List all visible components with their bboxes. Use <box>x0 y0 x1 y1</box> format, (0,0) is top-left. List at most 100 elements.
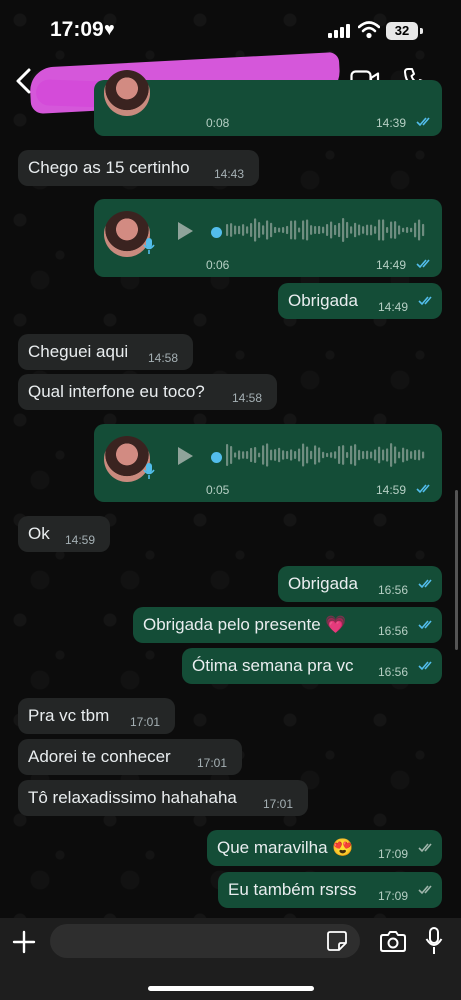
waveform-bar <box>342 445 345 465</box>
waveform-bar <box>282 450 285 460</box>
waveform-bar <box>350 226 353 234</box>
waveform-bar <box>226 443 229 467</box>
waveform-bar <box>370 224 373 236</box>
waveform-bar <box>334 224 337 236</box>
message-time: 14:58 <box>148 351 179 365</box>
message-time: 16:56 <box>378 665 409 679</box>
waveform-bar <box>390 443 393 467</box>
outgoing-message[interactable]: Obrigada 16:56 <box>278 566 442 602</box>
waveform-bar <box>322 451 325 459</box>
message-time: 17:09 <box>378 889 409 903</box>
status-time: 17:09 <box>50 18 104 41</box>
incoming-message[interactable]: Qual interfone eu toco? 14:58 <box>18 374 277 410</box>
waveform-bar <box>418 219 421 241</box>
incoming-message[interactable]: Ok 14:59 <box>18 516 110 552</box>
waveform-bar <box>258 452 261 458</box>
outgoing-message[interactable]: Obrigada 14:49 <box>278 283 442 319</box>
waveform-bar <box>254 446 257 464</box>
message-time: 17:09 <box>378 847 409 861</box>
microphone-icon <box>143 238 155 254</box>
playback-position-dot[interactable] <box>211 227 222 238</box>
waveform-bar <box>230 223 233 237</box>
play-icon[interactable] <box>176 221 194 241</box>
waveform-bar <box>314 226 317 234</box>
waveform-bar <box>330 452 333 458</box>
read-ticks-icon <box>416 484 430 494</box>
message-time: 17:01 <box>197 756 228 770</box>
waveform-bar <box>326 452 329 458</box>
waveform-bar <box>250 447 253 463</box>
waveform-bar <box>382 449 385 461</box>
plus-icon[interactable] <box>12 930 36 954</box>
play-icon[interactable] <box>176 446 194 466</box>
waveform-bar <box>318 225 321 235</box>
message-text: Eu também rsrss <box>228 880 357 899</box>
message-time: 16:56 <box>378 583 409 597</box>
incoming-message[interactable]: Adorei te conhecer 17:01 <box>18 739 242 775</box>
delivered-ticks-icon <box>418 885 432 895</box>
message-input[interactable] <box>50 924 360 958</box>
read-ticks-icon <box>418 296 432 306</box>
outgoing-message[interactable]: Ótima semana pra vc 16:56 <box>182 648 442 684</box>
waveform-bar <box>310 450 313 460</box>
voice-message[interactable]: 0:06 14:49 <box>94 199 442 277</box>
waveform-bar <box>262 445 265 465</box>
message-time: 14:58 <box>232 391 263 405</box>
delivered-ticks-icon <box>418 843 432 853</box>
message-text: Obrigada <box>288 574 358 593</box>
message-text: Qual interfone eu toco? <box>28 382 205 401</box>
voice-message[interactable]: 0:08 14:39 <box>94 70 442 136</box>
waveform-bar <box>290 220 293 240</box>
waveform-bar <box>338 222 341 238</box>
outgoing-message[interactable]: Que maravilha 😍 17:09 <box>207 830 442 866</box>
waveform-bar <box>326 224 329 236</box>
waveform-bar <box>246 451 249 459</box>
waveform-bar <box>366 450 369 460</box>
scrollbar[interactable] <box>455 490 458 650</box>
battery-level: 32 <box>386 22 418 40</box>
outgoing-message[interactable]: Eu também rsrss 17:09 <box>218 872 442 908</box>
microphone-icon[interactable] <box>425 927 443 955</box>
incoming-message[interactable]: Cheguei aqui 14:58 <box>18 334 193 370</box>
waveform-bar <box>238 450 241 460</box>
waveform-bar <box>286 225 289 235</box>
waveform-bar <box>278 447 281 463</box>
waveform-bar <box>362 451 365 459</box>
waveform-bar <box>354 444 357 466</box>
incoming-message[interactable]: Tô relaxadissimo hahahaha 17:01 <box>18 780 308 816</box>
waveform-bar <box>410 451 413 459</box>
waveform-bar <box>250 222 253 238</box>
waveform-bar <box>282 227 285 233</box>
waveform-bar <box>386 448 389 462</box>
message-time: 14:59 <box>65 533 96 547</box>
waveform-bar <box>330 221 333 239</box>
incoming-message[interactable]: Pra vc tbm 17:01 <box>18 698 175 734</box>
message-time: 14:59 <box>376 483 407 497</box>
message-text: Que maravilha 😍 <box>217 838 354 857</box>
waveform-bar <box>334 451 337 459</box>
waveform-bar <box>418 449 421 461</box>
waveform-bar <box>414 449 417 461</box>
sticker-icon[interactable] <box>326 930 348 952</box>
waveform-bar <box>270 449 273 461</box>
waveform-bar <box>318 447 321 463</box>
message-text: Obrigada pelo presente 💗 <box>143 615 347 634</box>
waveform-bar <box>294 220 297 240</box>
incoming-message[interactable]: Chego as 15 certinho 14:43 <box>18 150 259 186</box>
voice-message[interactable]: 0:05 14:59 <box>94 424 442 502</box>
waveform-bar <box>342 218 345 242</box>
waveform-bar <box>346 221 349 239</box>
message-time: 17:01 <box>263 797 294 811</box>
playback-position-dot[interactable] <box>211 452 222 463</box>
waveform-bar <box>414 222 417 238</box>
waveform-bar <box>402 447 405 463</box>
message-text: Ok <box>28 524 50 543</box>
waveform-bar <box>278 227 281 233</box>
waveform-bar <box>354 222 357 238</box>
outgoing-message[interactable]: Obrigada pelo presente 💗 16:56 <box>133 607 442 643</box>
waveform-bar <box>274 449 277 461</box>
waveform-bar <box>298 227 301 233</box>
waveform-bar <box>266 220 269 240</box>
camera-icon[interactable] <box>380 929 406 953</box>
wifi-icon <box>358 21 380 39</box>
